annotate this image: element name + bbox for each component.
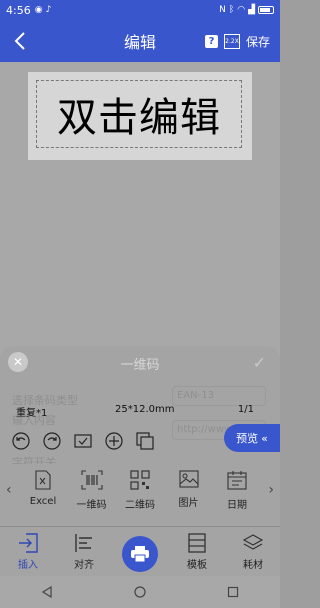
nav-material[interactable]: 耗材 — [230, 533, 276, 571]
insert-palette: ‹ Excel 一维码 二维码 图片 日期 › — [0, 464, 280, 522]
insert-icon — [19, 533, 38, 553]
page-indicator: 1/1 — [237, 404, 254, 415]
label-info-row: 重复*1 25*12.0mm 1/1 — [0, 404, 280, 419]
double-chevron-left-icon: « — [261, 431, 268, 445]
insert-date[interactable]: 日期 — [214, 470, 260, 511]
sheet-title: 一维码 — [120, 357, 160, 373]
preview-button[interactable]: 预览 « — [224, 424, 280, 452]
print-button[interactable] — [122, 536, 158, 572]
system-nav — [0, 576, 280, 608]
back-button[interactable] — [0, 20, 40, 62]
wifi-icon: ◠ — [237, 5, 246, 15]
back-triangle-icon[interactable] — [41, 586, 53, 598]
preview-label: 预览 — [236, 432, 259, 445]
check-icon[interactable]: ✓ — [253, 353, 266, 372]
printer-icon — [131, 546, 149, 563]
help-icon[interactable]: ? — [204, 34, 218, 48]
nav-insert[interactable]: 插入 — [5, 533, 51, 571]
align-icon — [75, 534, 92, 552]
app-header: 编辑 ? 2.2X 保存 — [0, 20, 280, 62]
chevron-left-icon[interactable]: ‹ — [6, 482, 12, 498]
notification-icon: ◉ — [34, 5, 43, 15]
zoom-icon[interactable]: 2.2X — [223, 33, 240, 49]
recents-square-icon[interactable] — [227, 586, 239, 598]
status-time: 4:56 — [6, 3, 31, 17]
layers-icon — [243, 534, 263, 550]
nav-align[interactable]: 对齐 — [61, 533, 107, 571]
add-icon[interactable] — [103, 430, 125, 452]
template-icon — [188, 533, 206, 553]
edit-toolbar — [10, 430, 156, 452]
qrcode-icon — [130, 470, 150, 490]
copy-icon[interactable] — [134, 430, 156, 452]
repeat-count: 重复*1 — [16, 408, 48, 419]
nav-template[interactable]: 模板 — [174, 533, 220, 571]
tiktok-icon: ♪ — [45, 5, 52, 15]
text-element[interactable]: 双击编辑 — [36, 80, 242, 148]
insert-barcode[interactable]: 一维码 — [69, 470, 115, 511]
insert-qrcode[interactable]: 二维码 — [117, 470, 163, 511]
insert-excel[interactable]: Excel — [20, 470, 66, 511]
insert-image[interactable]: 图片 — [166, 470, 212, 511]
save-button[interactable]: 保存 — [246, 33, 270, 50]
close-icon[interactable]: ✕ — [8, 352, 28, 372]
signal-icon: ▟ — [248, 5, 255, 15]
home-circle-icon[interactable] — [134, 586, 146, 598]
barcode-type-select[interactable]: EAN-13 — [172, 386, 266, 406]
multi-select-icon[interactable] — [72, 430, 94, 452]
nfc-icon: N — [219, 5, 226, 15]
image-icon — [178, 470, 199, 488]
undo-icon[interactable] — [10, 430, 32, 452]
label-size: 25*12.0mm — [115, 404, 175, 415]
excel-icon — [35, 470, 51, 490]
text-element-content: 双击编辑 — [57, 95, 221, 141]
barcode-icon — [80, 470, 103, 490]
bluetooth-icon: ᛒ — [228, 5, 235, 15]
back-arrow-icon — [14, 32, 25, 50]
status-bar: 4:56 ◉ ♪ N ᛒ ◠ ▟ — [0, 0, 280, 20]
battery-icon — [258, 6, 274, 14]
calendar-icon — [227, 471, 247, 490]
chevron-right-icon[interactable]: › — [268, 482, 274, 498]
redo-icon[interactable] — [41, 430, 63, 452]
